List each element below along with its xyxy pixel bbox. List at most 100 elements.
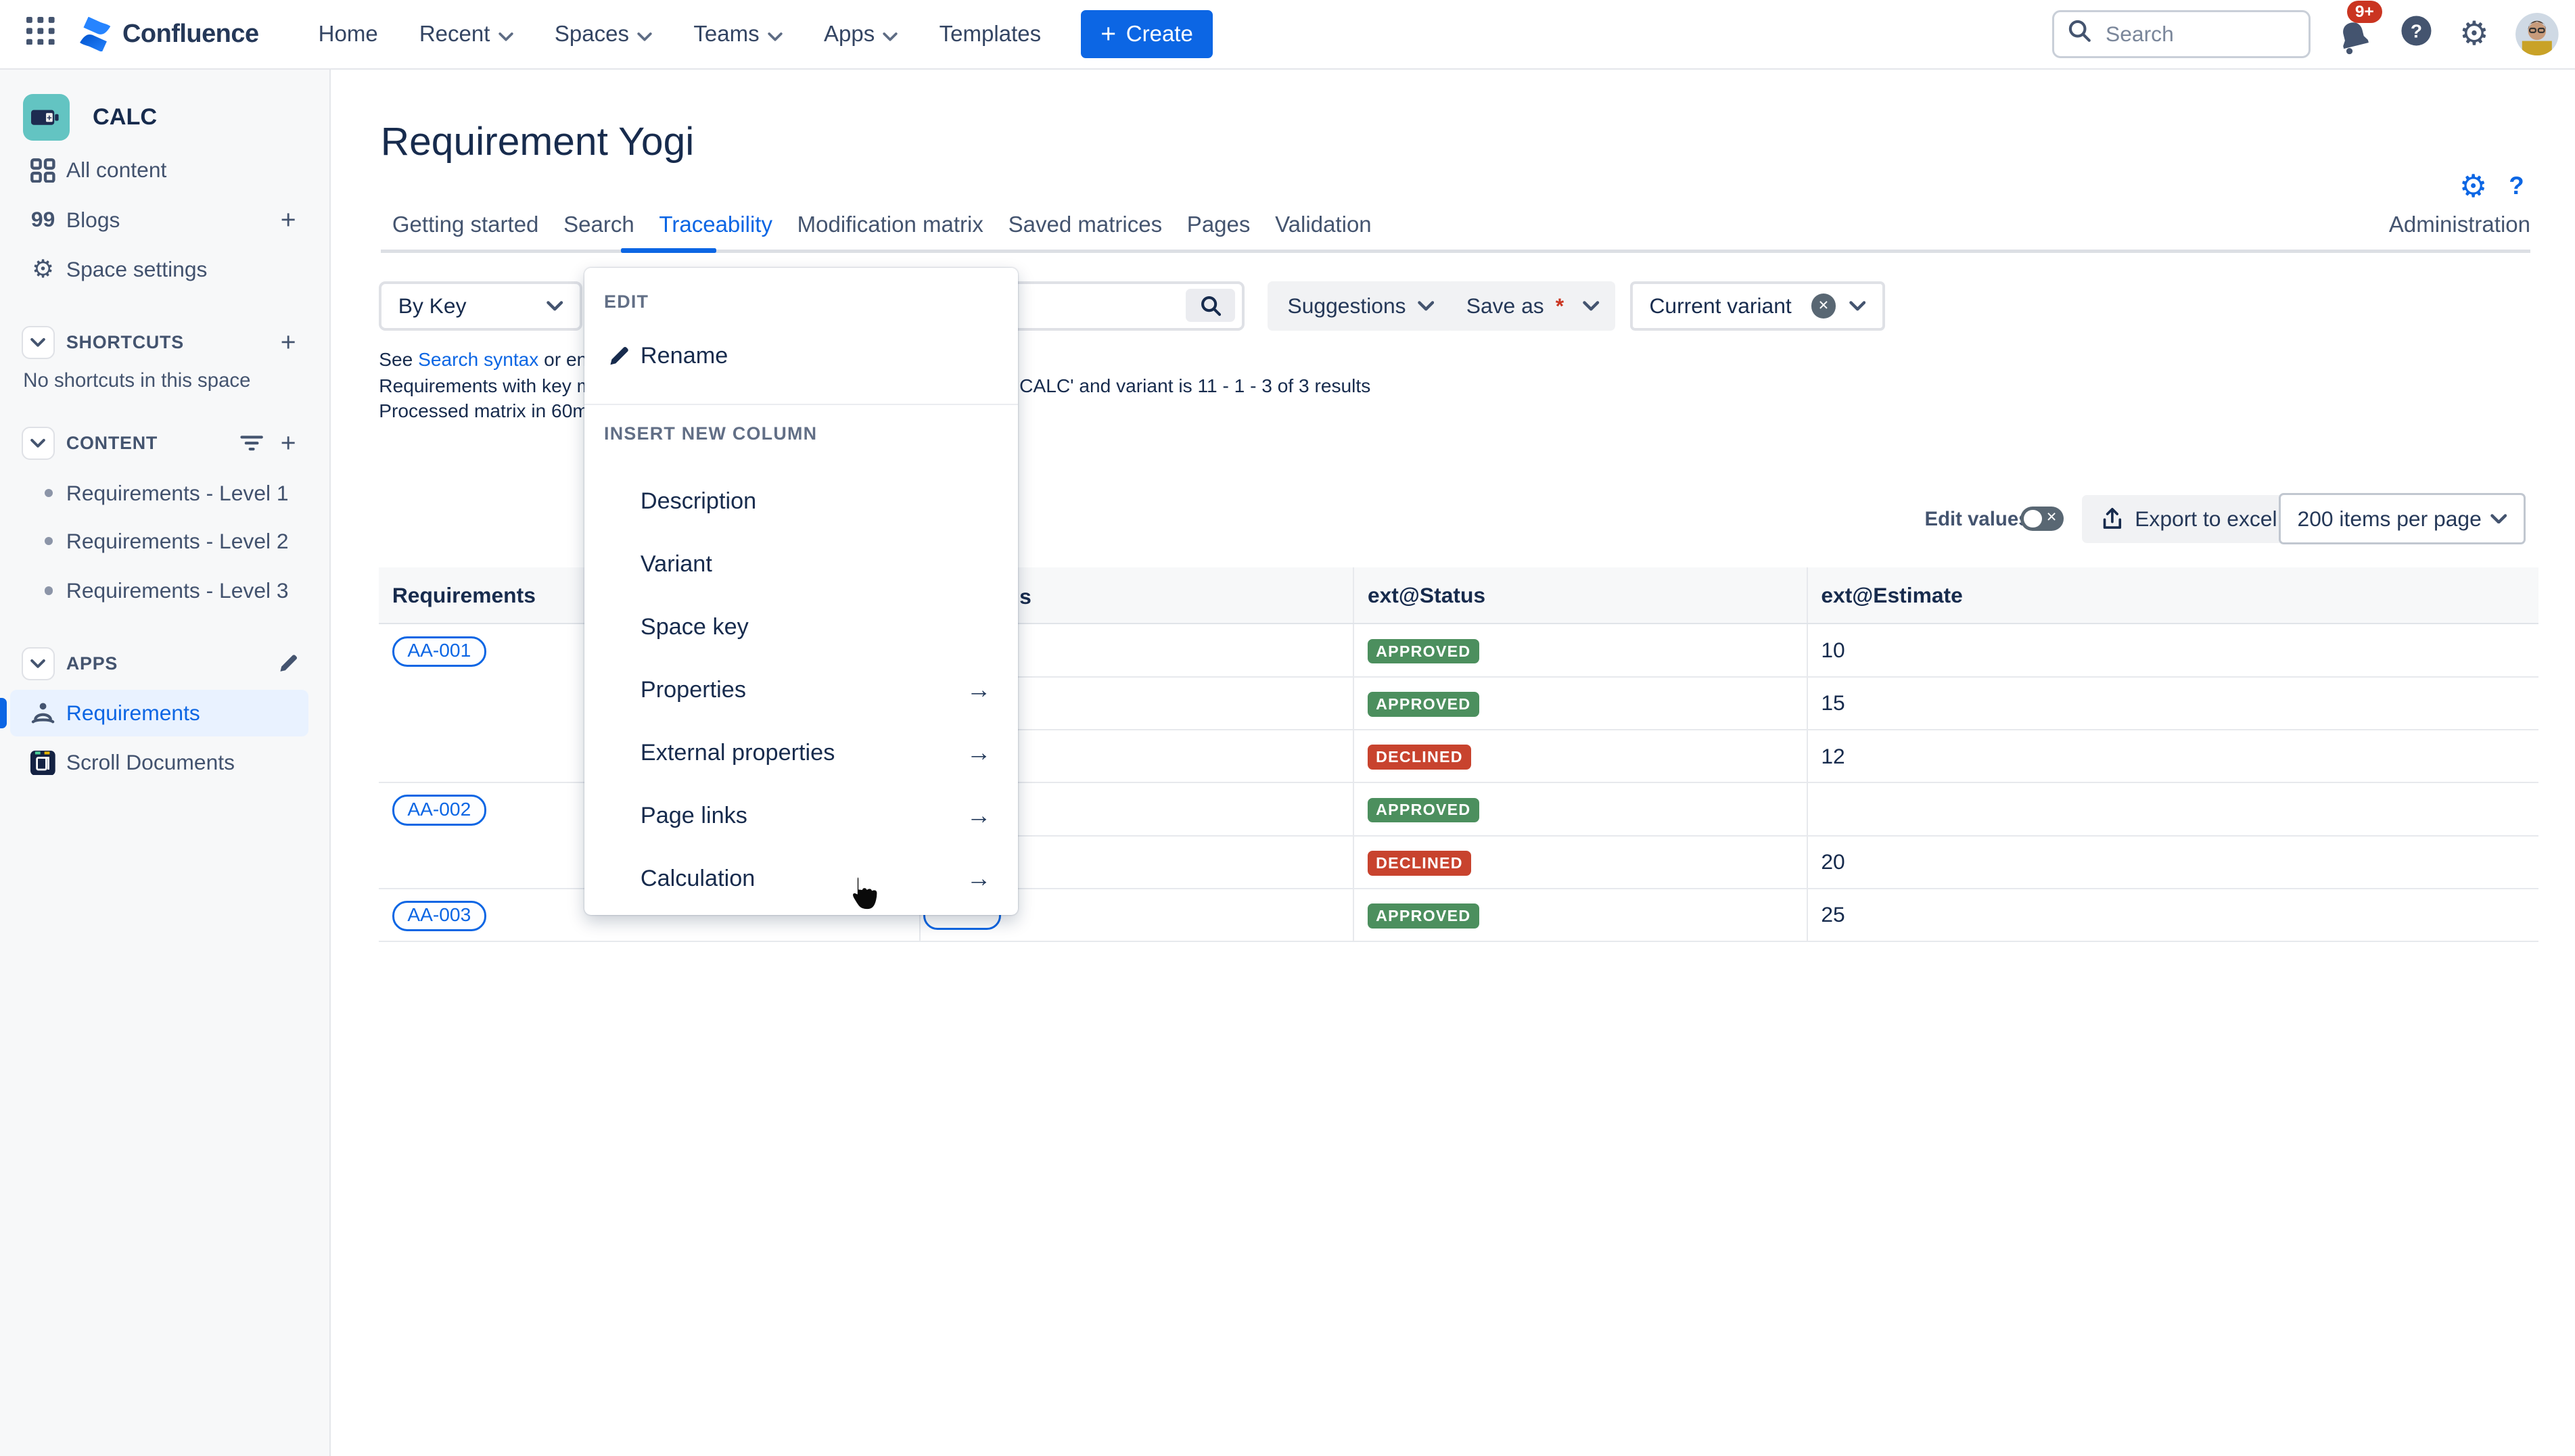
menu-item-variant[interactable]: Variant (584, 540, 1018, 589)
nav-item-apps[interactable]: Apps (824, 21, 898, 47)
menu-item-calculation[interactable]: Calculation→ (584, 853, 1018, 903)
mouse-cursor (844, 872, 881, 920)
export-to-excel-button[interactable]: Export to excel (2082, 495, 2297, 543)
status-cell: APPROVED (1353, 624, 1807, 676)
nav-item-templates[interactable]: Templates (939, 21, 1041, 47)
clear-variant-icon[interactable]: ✕ (1811, 293, 1836, 319)
menu-item-description[interactable]: Description (584, 477, 1018, 526)
submenu-arrow-icon: → (967, 741, 992, 766)
requirement-key-pill[interactable]: AA-003 (392, 901, 486, 931)
tab-saved-matrices[interactable]: Saved matrices (1008, 212, 1163, 251)
tab-pages[interactable]: Pages (1187, 212, 1251, 251)
filter-icon[interactable] (237, 429, 266, 459)
chevron-down-icon[interactable] (22, 326, 55, 359)
confluence-logo[interactable]: Confluence (78, 17, 259, 51)
settings-button[interactable]: ⚙ (2459, 18, 2489, 51)
user-avatar[interactable] (2515, 13, 2559, 56)
menu-item-page-links[interactable]: Page links→ (584, 791, 1018, 841)
tab-administration[interactable]: Administration (2389, 212, 2530, 237)
confluence-app: Confluence Home Recent Spaces Teams Apps Temp… (0, 0, 2575, 1456)
menu-item-label: Rename (641, 343, 728, 369)
submenu-arrow-icon: → (967, 678, 992, 703)
save-as-dropdown-button[interactable] (1567, 281, 1615, 331)
search-submit-button[interactable] (1186, 289, 1235, 322)
chevron-down-icon (1583, 301, 1599, 311)
menu-item-external-properties[interactable]: External properties → (584, 728, 1018, 778)
help-button[interactable]: ? (2400, 14, 2433, 54)
add-blog-button[interactable]: + (273, 205, 303, 235)
scroll-documents-icon (28, 751, 58, 776)
global-search[interactable] (2052, 10, 2311, 58)
tab-traceability[interactable]: Traceability (659, 212, 772, 251)
sidebar-item-space-settings[interactable]: ⚙Space settings (0, 247, 320, 293)
sidebar-item-label: Blogs (66, 208, 120, 233)
menu-item-label: Calculation (641, 866, 755, 892)
app-switcher-icon[interactable] (26, 17, 55, 52)
chevron-down-icon (2490, 514, 2507, 524)
save-as-button[interactable]: Save as* (1446, 281, 1583, 331)
estimate-cell: 15 (1807, 677, 2538, 730)
menu-item-label: Properties (641, 677, 746, 703)
menu-item-rename[interactable]: Rename (584, 331, 1018, 380)
search-scope-select[interactable]: By Key (379, 281, 582, 331)
create-button[interactable]: + Create (1081, 10, 1213, 58)
page-title: Requirement Yogi (381, 119, 695, 164)
sidebar-app-scroll-documents[interactable]: Scroll Documents (0, 740, 320, 786)
sidebar-content-item[interactable]: Requirements - Level 3 (0, 567, 320, 614)
nav-item-home[interactable]: Home (319, 21, 378, 47)
space-header[interactable]: + CALC (0, 91, 320, 144)
sidebar-item-blogs[interactable]: 99 Blogs + (0, 197, 320, 243)
requirement-key-pill[interactable]: AA-002 (392, 795, 486, 825)
tab-modification-matrix[interactable]: Modification matrix (797, 212, 983, 251)
sidebar-content-item[interactable]: Requirements - Level 2 (0, 518, 320, 565)
sidebar-item-label: All content (66, 158, 166, 183)
variant-select[interactable]: Current variant ✕ (1630, 281, 1885, 331)
content-item-label: Requirements - Level 1 (66, 481, 289, 506)
sidebar-content-item[interactable]: Requirements - Level 1 (0, 470, 320, 517)
menu-item-label: External properties (641, 740, 835, 766)
quote-icon: 99 (28, 209, 58, 231)
estimate-cell: 20 (1807, 836, 2538, 889)
menu-item-space-key[interactable]: Space key (584, 603, 1018, 652)
global-search-input[interactable] (2102, 20, 2268, 48)
suggestions-button[interactable]: Suggestions (1268, 281, 1454, 331)
status-cell: DECLINED (1353, 836, 1807, 889)
add-shortcut-button[interactable]: + (273, 327, 303, 357)
space-name: CALC (93, 104, 157, 131)
chevron-down-icon (498, 21, 513, 47)
chevron-down-icon[interactable] (22, 647, 55, 680)
nav-item-teams[interactable]: Teams (693, 21, 782, 47)
items-per-page-select[interactable]: 200 items per page (2279, 493, 2526, 544)
chevron-down-icon (637, 21, 652, 47)
rq-settings-gear-icon[interactable]: ⚙ (2459, 170, 2488, 202)
tab-getting-started[interactable]: Getting started (392, 212, 539, 251)
menu-section-header: EDIT (604, 291, 649, 312)
search-syntax-link[interactable]: Search syntax (418, 349, 538, 370)
sidebar-app-requirements[interactable]: Requirements (0, 690, 320, 736)
results-text-left: Requirements with key matc (379, 375, 618, 397)
table-header-col3: ext@Status (1353, 567, 1807, 624)
tab-validation[interactable]: Validation (1275, 212, 1372, 251)
submenu-arrow-icon: → (967, 803, 992, 828)
notifications-button[interactable]: 9+ (2337, 13, 2373, 56)
menu-item-properties[interactable]: Properties → (584, 665, 1018, 715)
sidebar-item-all-content[interactable]: All content (0, 147, 320, 194)
edit-values-label: Edit values (1925, 508, 2030, 531)
svg-text:?: ? (2411, 21, 2422, 42)
estimate-cell: 25 (1807, 889, 2538, 941)
nav-item-recent[interactable]: Recent (419, 21, 513, 47)
edit-apps-pencil-icon[interactable] (273, 649, 303, 678)
add-content-button[interactable]: + (273, 429, 303, 459)
nav-item-spaces[interactable]: Spaces (555, 21, 652, 47)
search-icon (2068, 19, 2091, 49)
chevron-down-icon[interactable] (22, 427, 55, 460)
requirement-key-pill[interactable]: AA-001 (392, 636, 486, 667)
notification-count-badge: 9+ (2347, 1, 2382, 23)
menu-item-label: Variant (641, 551, 712, 578)
search-icon (1200, 295, 1222, 316)
edit-values-toggle[interactable]: ✕ (2020, 507, 2064, 532)
nav-menu: Home Recent Spaces Teams Apps Templates (319, 21, 1042, 47)
svg-text:+: + (47, 112, 53, 122)
rq-help-icon[interactable]: ? (2509, 172, 2524, 200)
tab-search[interactable]: Search (563, 212, 634, 251)
